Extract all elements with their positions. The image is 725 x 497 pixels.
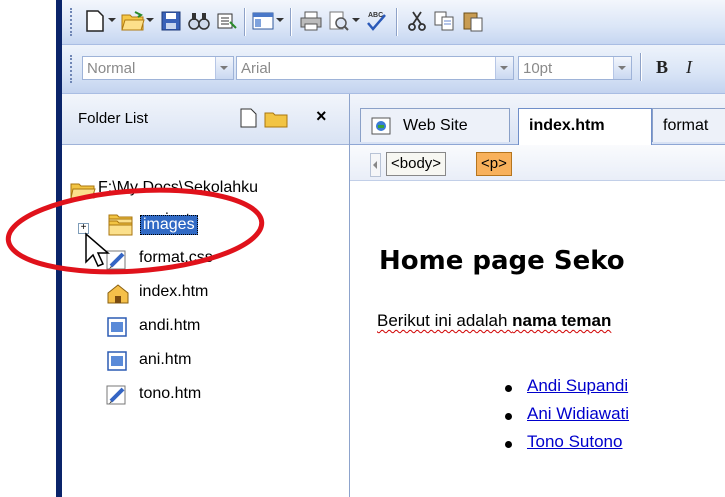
open-dropdown-icon[interactable]	[146, 18, 154, 22]
tree-item-tono[interactable]: tono.htm	[139, 385, 201, 403]
spelling-icon[interactable]: ABC	[364, 8, 390, 34]
folder-list-header: Folder List ×	[62, 94, 349, 145]
open-folder-icon[interactable]	[120, 8, 146, 34]
search-icon[interactable]	[186, 8, 212, 34]
link-tono[interactable]: Tono Sutono	[527, 432, 622, 452]
style-combo[interactable]: Normal	[82, 56, 234, 80]
paragraph-bold-text: nama teman	[512, 311, 612, 330]
link-ani[interactable]: Ani Widiawati	[527, 404, 629, 424]
tab-format[interactable]: format	[652, 108, 725, 142]
tab-format-label: format	[663, 117, 709, 134]
preview-dropdown-icon[interactable]	[352, 18, 360, 22]
tree-item-andi[interactable]: andi.htm	[139, 317, 200, 335]
bold-button[interactable]: B	[656, 57, 668, 78]
tab-index-label: index.htm	[529, 117, 605, 134]
tag-body[interactable]: <body>	[386, 152, 447, 176]
tree-item-ani[interactable]: ani.htm	[139, 351, 191, 369]
toggle-pane-icon[interactable]	[250, 8, 276, 34]
size-combo[interactable]: 10pt	[518, 56, 632, 80]
style-combo-value: Normal	[87, 60, 136, 77]
page-icon	[107, 317, 127, 337]
page-paragraph: Berikut ini adalah nama teman	[377, 311, 611, 331]
annotation-ellipse	[5, 187, 265, 275]
paste-icon[interactable]	[460, 8, 486, 34]
font-combo-value: Arial	[241, 60, 272, 77]
scroll-left-button[interactable]	[370, 153, 381, 177]
close-button[interactable]: ×	[316, 106, 327, 127]
size-combo-value: 10pt	[523, 60, 553, 77]
new-dropdown-icon[interactable]	[108, 18, 116, 22]
cut-icon[interactable]	[404, 8, 430, 34]
toggle-pane-dropdown-icon[interactable]	[276, 18, 284, 22]
tab-web-site[interactable]: Web Site	[360, 108, 510, 142]
publish-icon[interactable]	[214, 8, 240, 34]
toolbar-grip[interactable]	[70, 55, 75, 83]
bullet	[505, 413, 512, 420]
copy-icon[interactable]	[432, 8, 458, 34]
print-icon[interactable]	[298, 8, 324, 34]
bullet	[505, 385, 512, 392]
chevron-down-icon[interactable]	[495, 57, 513, 79]
home-page-icon	[107, 284, 129, 304]
bullet	[505, 441, 512, 448]
tree-item-index[interactable]: index.htm	[139, 283, 208, 301]
paragraph-text: Berikut ini adalah	[377, 311, 513, 330]
chevron-down-icon[interactable]	[613, 57, 631, 79]
font-combo[interactable]: Arial	[236, 56, 514, 80]
save-icon[interactable]	[158, 8, 184, 34]
page-heading: Home page Seko	[379, 246, 625, 276]
new-folder-icon[interactable]	[264, 110, 288, 131]
web-site-icon	[371, 117, 391, 135]
preview-icon[interactable]	[326, 8, 352, 34]
tag-p[interactable]: <p>	[476, 152, 512, 176]
new-page-icon[interactable]	[82, 8, 108, 34]
link-andi[interactable]: Andi Supandi	[527, 376, 628, 396]
new-page-icon[interactable]	[240, 108, 258, 131]
chevron-down-icon[interactable]	[215, 57, 233, 79]
tab-web-site-label: Web Site	[403, 117, 468, 134]
page-icon	[107, 351, 127, 371]
italic-button[interactable]: I	[686, 57, 692, 78]
standard-toolbar: ABC	[62, 0, 725, 45]
page-edit-icon	[106, 385, 126, 405]
folder-list-title: Folder List	[78, 110, 149, 127]
toolbar-grip[interactable]	[70, 8, 75, 36]
tab-index[interactable]: index.htm	[518, 108, 652, 145]
